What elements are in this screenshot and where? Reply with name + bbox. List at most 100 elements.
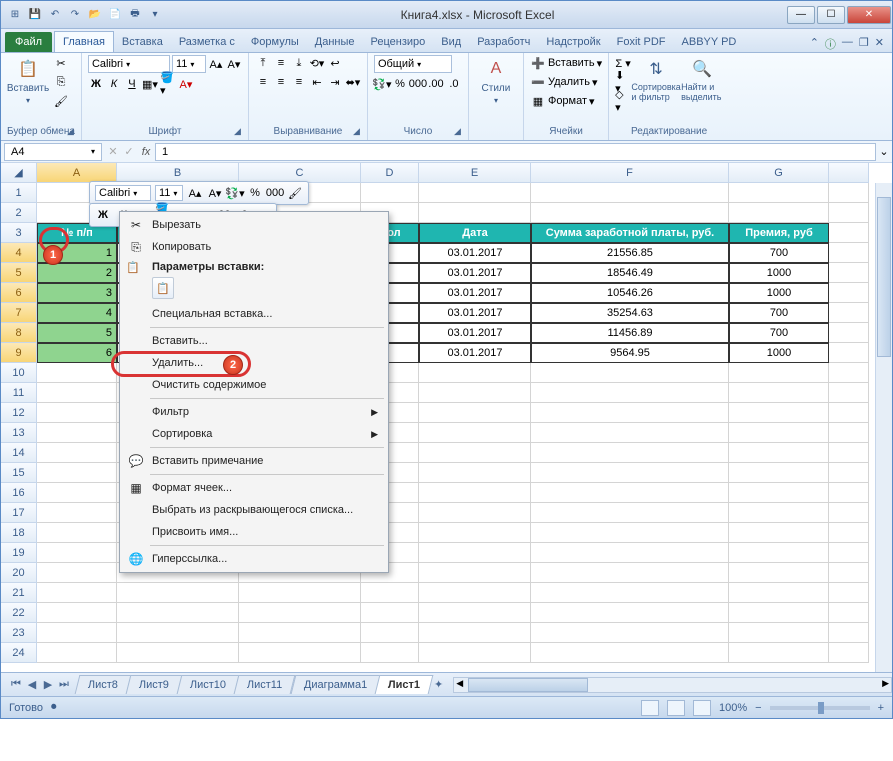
row-header-23[interactable]: 23 — [1, 623, 37, 643]
orientation-icon[interactable]: ⟲▾ — [309, 55, 325, 71]
indent-dec-icon[interactable]: ⇤ — [309, 74, 325, 90]
tab-view[interactable]: Вид — [433, 32, 469, 52]
undo-icon[interactable]: ↶ — [47, 7, 63, 23]
cell-D24[interactable] — [361, 643, 419, 663]
cell-A9[interactable]: 6 — [37, 343, 117, 363]
shrink-font-icon[interactable]: A▾ — [226, 56, 242, 72]
cell-F22[interactable] — [531, 603, 729, 623]
qat-dropdown-icon[interactable]: ▾ — [147, 7, 163, 23]
cell-A17[interactable] — [37, 503, 117, 523]
cell-A14[interactable] — [37, 443, 117, 463]
mdi-min-icon[interactable]: — — [842, 36, 853, 52]
cell-A7[interactable]: 4 — [37, 303, 117, 323]
cell-E11[interactable] — [419, 383, 531, 403]
format-cells-button[interactable]: ▦Формат ▾ — [530, 93, 602, 109]
sheet-tab-0[interactable]: Лист8 — [75, 675, 132, 694]
cell-extra-15[interactable] — [829, 463, 869, 483]
paste-option-default[interactable]: 📋 — [152, 277, 174, 299]
open-icon[interactable]: 📂 — [87, 7, 103, 23]
mini-bold-icon[interactable]: Ж — [95, 207, 111, 223]
cell-F11[interactable] — [531, 383, 729, 403]
cell-E23[interactable] — [419, 623, 531, 643]
cell-E1[interactable] — [419, 183, 531, 203]
zoom-slider[interactable] — [770, 706, 870, 710]
inc-decimal-icon[interactable]: .00 — [428, 76, 444, 92]
find-select-button[interactable]: 🔍 Найти и выделить — [681, 55, 723, 103]
page-break-view-icon[interactable] — [693, 700, 711, 716]
cell-F6[interactable]: 10546.26 — [531, 283, 729, 303]
align-left-icon[interactable]: ≡ — [255, 74, 271, 90]
cell-D22[interactable] — [361, 603, 419, 623]
cell-E15[interactable] — [419, 463, 531, 483]
align-right-icon[interactable]: ≡ — [291, 74, 307, 90]
col-header-D[interactable]: D — [361, 163, 419, 183]
cell-A16[interactable] — [37, 483, 117, 503]
cell-E6[interactable]: 03.01.2017 — [419, 283, 531, 303]
cell-E7[interactable]: 03.01.2017 — [419, 303, 531, 323]
cell-F20[interactable] — [531, 563, 729, 583]
cell-E2[interactable] — [419, 203, 531, 223]
col-header-G[interactable]: G — [729, 163, 829, 183]
cell-D21[interactable] — [361, 583, 419, 603]
cell-A19[interactable] — [37, 543, 117, 563]
align-middle-icon[interactable]: ≡ — [273, 55, 289, 71]
cell-G19[interactable] — [729, 543, 829, 563]
row-header-4[interactable]: 4 — [1, 243, 37, 263]
tab-formulas[interactable]: Формулы — [243, 32, 307, 52]
cell-A23[interactable] — [37, 623, 117, 643]
mini-grow-font-icon[interactable]: A▴ — [187, 185, 203, 201]
cell-extra-12[interactable] — [829, 403, 869, 423]
cell-F16[interactable] — [531, 483, 729, 503]
cell-A21[interactable] — [37, 583, 117, 603]
cell-A6[interactable]: 3 — [37, 283, 117, 303]
horizontal-scrollbar[interactable]: ◀ ▶ — [453, 677, 892, 693]
cell-extra-8[interactable] — [829, 323, 869, 343]
mini-comma-icon[interactable]: 000 — [267, 185, 283, 201]
close-button[interactable]: ✕ — [847, 6, 891, 24]
font-size-combo[interactable]: 11▾ — [172, 55, 206, 73]
copy-icon[interactable]: ⎘ — [53, 74, 69, 90]
cell-extra-22[interactable] — [829, 603, 869, 623]
col-header-F[interactable]: F — [531, 163, 729, 183]
cell-G9[interactable]: 1000 — [729, 343, 829, 363]
cell-F1[interactable] — [531, 183, 729, 203]
macro-record-icon[interactable]: ⏺ — [51, 701, 57, 714]
sheet-nav-prev-icon[interactable]: ◀ — [25, 678, 39, 691]
sort-filter-button[interactable]: ⇅ Сортировка и фильтр — [635, 55, 677, 103]
cell-A11[interactable] — [37, 383, 117, 403]
cell-G24[interactable] — [729, 643, 829, 663]
mini-size-combo[interactable]: 11▾ — [155, 185, 183, 201]
tab-data[interactable]: Данные — [307, 32, 363, 52]
ribbon-minimize-icon[interactable]: ⌃ — [810, 36, 819, 52]
hscroll-thumb[interactable] — [468, 678, 588, 692]
dec-decimal-icon[interactable]: .0 — [446, 76, 462, 92]
row-header-10[interactable]: 10 — [1, 363, 37, 383]
cell-F4[interactable]: 21556.85 — [531, 243, 729, 263]
cell-D1[interactable] — [361, 183, 419, 203]
cell-F24[interactable] — [531, 643, 729, 663]
bold-icon[interactable]: Ж — [88, 76, 104, 92]
insert-cells-button[interactable]: ➕Вставить ▾ — [530, 55, 602, 71]
cell-G8[interactable]: 700 — [729, 323, 829, 343]
comma-icon[interactable]: 000 — [410, 76, 426, 92]
fill-color-icon[interactable]: 🪣▾ — [160, 76, 176, 92]
row-header-22[interactable]: 22 — [1, 603, 37, 623]
sheet-nav-first-icon[interactable]: ⏮ — [9, 678, 23, 691]
ctx-insert-comment[interactable]: 💬Вставить примечание — [122, 450, 386, 472]
col-header-B[interactable]: B — [117, 163, 239, 183]
paste-button[interactable]: 📋 Вставить▾ — [7, 55, 49, 105]
col-header-A[interactable]: A — [37, 163, 117, 183]
font-launcher-icon[interactable]: ◢ — [234, 126, 246, 138]
indent-inc-icon[interactable]: ⇥ — [327, 74, 343, 90]
cell-C24[interactable] — [239, 643, 361, 663]
cell-G15[interactable] — [729, 463, 829, 483]
cell-A13[interactable] — [37, 423, 117, 443]
tab-file[interactable]: Файл — [5, 32, 52, 52]
help-icon[interactable]: ⓘ — [825, 36, 836, 52]
row-header-24[interactable]: 24 — [1, 643, 37, 663]
row-header-14[interactable]: 14 — [1, 443, 37, 463]
cell-B22[interactable] — [117, 603, 239, 623]
cell-D23[interactable] — [361, 623, 419, 643]
cell-F17[interactable] — [531, 503, 729, 523]
clipboard-launcher-icon[interactable]: ◢ — [67, 126, 79, 138]
